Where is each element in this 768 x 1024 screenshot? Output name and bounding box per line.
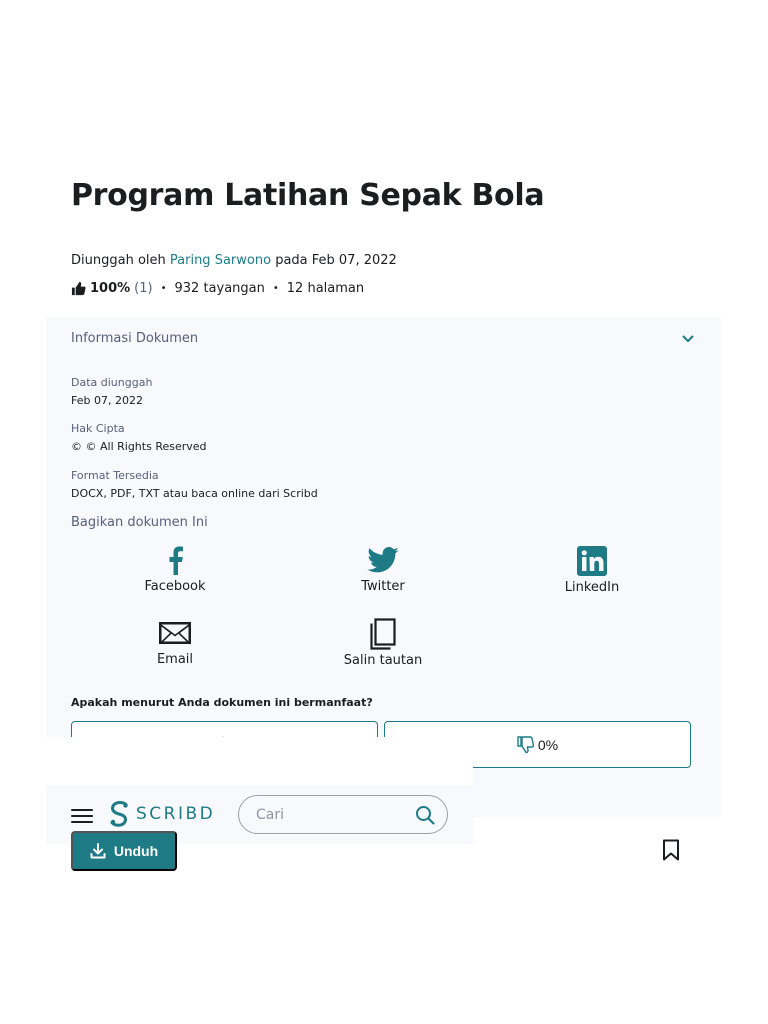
copyright-value: © © All Rights Reserved xyxy=(71,440,207,453)
bookmark-icon[interactable] xyxy=(662,839,680,861)
scribd-logo-mark xyxy=(110,801,128,827)
upload-date-label: Data diunggah xyxy=(71,376,153,389)
thumbs-down-icon xyxy=(517,735,534,754)
share-facebook[interactable]: Facebook xyxy=(105,543,245,594)
document-title: Program Latihan Sepak Bola xyxy=(71,178,545,213)
scribd-logo-text: SCRIBD xyxy=(136,804,216,824)
document-stats: 100% (1) • 932 tayangan • 12 halaman xyxy=(71,281,364,296)
uploaded-prefix: Diunggah oleh xyxy=(71,253,166,268)
search-icon[interactable] xyxy=(415,805,435,825)
author-link[interactable]: Paring Sarwono xyxy=(170,253,271,268)
search-input[interactable] xyxy=(256,806,415,823)
download-icon xyxy=(90,843,106,859)
thumbs-up-icon xyxy=(71,281,86,296)
share-email[interactable]: Email xyxy=(105,616,245,667)
share-twitter-label: Twitter xyxy=(361,579,405,594)
search-box[interactable] xyxy=(238,795,448,834)
download-label: Unduh xyxy=(113,843,159,859)
share-email-label: Email xyxy=(156,652,194,667)
rating-count: (1) xyxy=(134,281,153,296)
download-button[interactable]: Unduh xyxy=(71,831,177,871)
share-heading: Bagikan dokumen Ini xyxy=(71,515,208,530)
page-count: 12 halaman xyxy=(286,281,365,296)
format-label: Format Tersedia xyxy=(71,469,159,482)
view-count: 932 tayangan xyxy=(174,281,265,296)
hamburger-menu-icon[interactable] xyxy=(71,809,93,823)
format-value: DOCX, PDF, TXT atau baca online dari Scr… xyxy=(71,487,318,500)
share-facebook-label: Facebook xyxy=(144,579,206,594)
share-copy-link-label: Salin tautan xyxy=(343,653,423,668)
copy-icon xyxy=(313,617,453,651)
upload-date: Feb 07, 2022 xyxy=(311,253,397,268)
twitter-icon xyxy=(313,543,453,577)
linkedin-icon xyxy=(522,544,662,578)
copyright-label: Hak Cipta xyxy=(71,422,125,435)
scribd-logo[interactable]: SCRIBD xyxy=(109,801,215,827)
uploaded-mid: pada xyxy=(275,253,308,268)
email-icon xyxy=(105,616,245,650)
chevron-down-icon[interactable] xyxy=(682,335,694,343)
upload-date-value: Feb 07, 2022 xyxy=(71,394,143,407)
share-linkedin[interactable]: LinkedIn xyxy=(522,544,662,595)
separator: • xyxy=(160,283,167,294)
info-panel-header[interactable]: Informasi Dokumen xyxy=(71,331,198,346)
upload-info: Diunggah oleh Paring Sarwono pada Feb 07… xyxy=(71,253,397,268)
share-twitter[interactable]: Twitter xyxy=(313,543,453,594)
facebook-icon xyxy=(105,543,245,577)
share-linkedin-label: LinkedIn xyxy=(564,580,620,595)
separator: • xyxy=(272,283,279,294)
dislike-percent: 0% xyxy=(537,736,559,753)
share-copy-link[interactable]: Salin tautan xyxy=(313,617,453,668)
helpful-question: Apakah menurut Anda dokumen ini bermanfa… xyxy=(71,696,373,709)
rating-percent: 100% xyxy=(90,281,131,296)
